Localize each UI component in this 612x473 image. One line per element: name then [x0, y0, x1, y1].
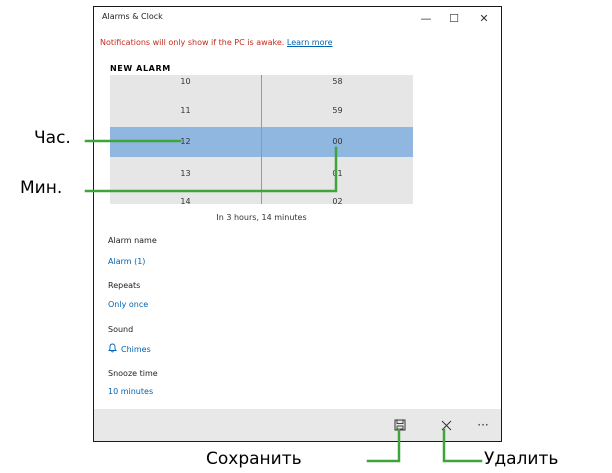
more-options-button[interactable]: ··· — [472, 415, 494, 435]
app-title: Alarms & Clock — [102, 12, 163, 21]
command-bar: ··· — [94, 409, 501, 441]
save-callout: Сохранить — [206, 449, 302, 469]
minute-option[interactable]: 58 — [262, 76, 413, 88]
notification-bar: Notifications will only show if the PC i… — [100, 38, 333, 47]
minute-callout: Мин. — [20, 178, 63, 198]
delete-button[interactable] — [435, 415, 457, 435]
sound-label: Sound — [108, 325, 134, 334]
delete-callout: Удалить — [484, 449, 559, 469]
minute-column[interactable]: 58 59 00 01 02 — [262, 75, 413, 204]
snooze-select[interactable]: 10 minutes — [108, 387, 153, 396]
countdown-text: In 3 hours, 14 minutes — [216, 213, 307, 222]
minimize-button[interactable]: — — [415, 9, 437, 27]
repeats-select[interactable]: Only once — [108, 300, 148, 309]
sound-value: Chimes — [121, 344, 151, 354]
hour-callout: Час. — [34, 128, 71, 148]
minute-option[interactable]: 59 — [262, 105, 413, 117]
alarm-name-field[interactable]: Alarm (1) — [108, 257, 145, 266]
bell-icon — [108, 343, 117, 355]
sound-select[interactable]: Chimes — [108, 343, 151, 355]
close-icon — [441, 420, 451, 430]
minute-option-selected[interactable]: 00 — [262, 136, 413, 148]
hour-option-selected[interactable]: 12 — [110, 136, 261, 148]
save-icon — [394, 419, 406, 431]
close-button[interactable]: ✕ — [473, 9, 495, 27]
hour-column[interactable]: 10 11 12 13 14 — [110, 75, 261, 204]
hour-option[interactable]: 11 — [110, 105, 261, 117]
snooze-label: Snooze time — [108, 369, 158, 378]
repeats-label: Repeats — [108, 281, 141, 290]
hour-option[interactable]: 14 — [110, 196, 261, 204]
hour-option[interactable]: 13 — [110, 168, 261, 180]
app-window: Alarms & Clock — ☐ ✕ Notifications will … — [93, 6, 502, 442]
hour-option[interactable]: 10 — [110, 76, 261, 88]
maximize-button[interactable]: ☐ — [443, 9, 465, 27]
minute-option[interactable]: 01 — [262, 168, 413, 180]
learn-more-link[interactable]: Learn more — [287, 38, 333, 47]
alarm-name-label: Alarm name — [108, 236, 157, 245]
time-picker[interactable]: 10 11 12 13 14 58 59 00 01 02 — [110, 75, 413, 204]
notification-text: Notifications will only show if the PC i… — [100, 38, 285, 47]
save-button[interactable] — [389, 415, 411, 435]
title-bar: Alarms & Clock — ☐ ✕ — [94, 7, 501, 29]
page-title: NEW ALARM — [110, 64, 171, 73]
minute-option[interactable]: 02 — [262, 196, 413, 204]
